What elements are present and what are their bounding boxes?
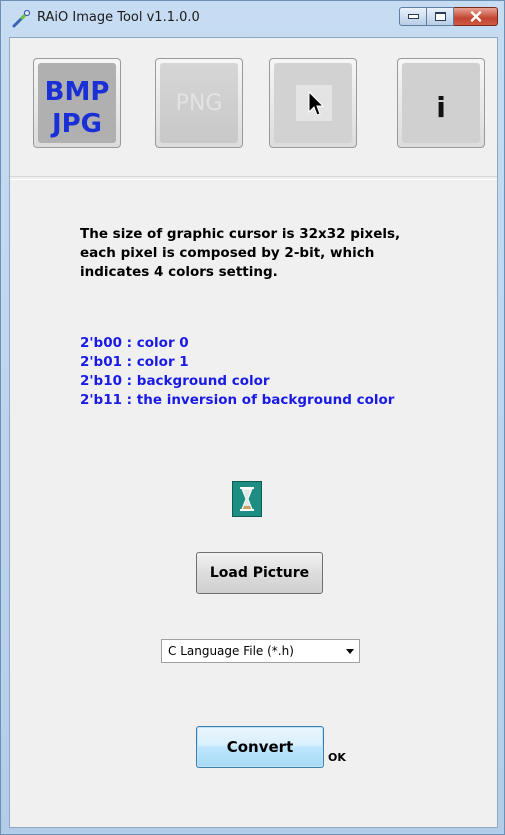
hourglass-icon — [232, 481, 262, 517]
close-button[interactable] — [454, 7, 498, 26]
cursor-description: The size of graphic cursor is 32x32 pixe… — [80, 226, 401, 280]
png-label: PNG — [175, 91, 223, 116]
bmp-jpg-icon: BMP JPG — [38, 63, 116, 143]
info-tool-button[interactable]: i — [397, 58, 485, 148]
maximize-button[interactable] — [427, 7, 454, 26]
status-label: OK — [328, 751, 346, 764]
png-tool-button[interactable]: PNG — [155, 58, 243, 148]
output-format-select[interactable]: C Language File (*.h) — [161, 639, 360, 663]
hourglass-glyph — [240, 487, 254, 511]
wrench-app-icon — [12, 9, 31, 28]
app-window: RAiO Image Tool v1.1.0.0 BMP JPG PNG i T… — [0, 0, 505, 835]
cursor-tile — [296, 85, 332, 121]
cursor-arrow-icon — [308, 90, 325, 116]
minimize-button[interactable] — [399, 7, 427, 26]
window-controls — [399, 7, 498, 26]
minimize-icon — [407, 14, 419, 19]
load-picture-button[interactable]: Load Picture — [196, 552, 323, 594]
info-icon: i — [402, 63, 480, 143]
window-title: RAiO Image Tool v1.1.0.0 — [37, 10, 200, 25]
png-icon: PNG — [160, 63, 238, 143]
client-area: BMP JPG PNG i The size of graphic cursor… — [9, 37, 498, 828]
close-icon — [470, 11, 481, 22]
bmp-jpg-tool-button[interactable]: BMP JPG — [33, 58, 121, 148]
legend-item: 2'b11 : the inversion of background colo… — [80, 392, 395, 408]
legend-item: 2'b00 : color 0 — [80, 335, 189, 351]
info-label: i — [436, 91, 446, 124]
title-bar[interactable]: RAiO Image Tool v1.1.0.0 — [1, 1, 504, 37]
color-legend: 2'b00 : color 0 2'b01 : color 1 2'b10 : … — [80, 334, 394, 410]
cursor-tool-button[interactable] — [269, 58, 357, 148]
chevron-down-icon — [346, 649, 354, 654]
legend-item: 2'b10 : background color — [80, 373, 270, 389]
output-format-value: C Language File (*.h) — [168, 644, 294, 658]
convert-button[interactable]: Convert — [196, 726, 324, 768]
jpg-label: JPG — [51, 109, 103, 139]
cursor-panel: The size of graphic cursor is 32x32 pixe… — [10, 179, 497, 827]
bmp-label: BMP — [44, 77, 110, 107]
maximize-icon — [434, 12, 446, 21]
cursor-tool-face — [274, 63, 352, 143]
toolbar: BMP JPG PNG i — [10, 38, 497, 176]
legend-item: 2'b01 : color 1 — [80, 354, 189, 370]
